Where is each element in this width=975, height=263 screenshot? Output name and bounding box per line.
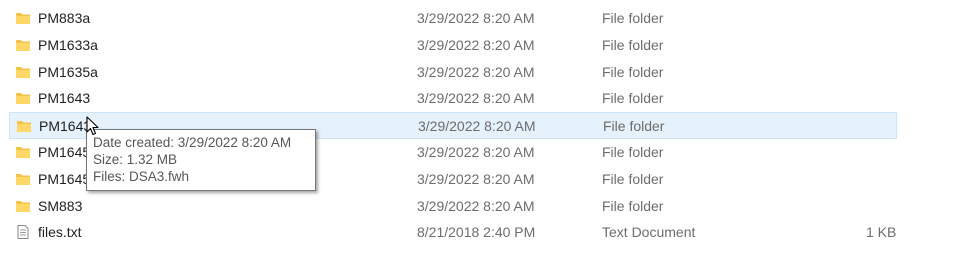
file-date-modified: 3/29/2022 8:20 AM [417, 36, 535, 53]
folder-icon [16, 13, 30, 24]
file-row[interactable]: PM1643 3/29/2022 8:20 AM File folder [0, 85, 975, 112]
file-name: PM1635a [38, 63, 98, 80]
file-type: File folder [602, 170, 664, 187]
file-type: File folder [602, 90, 664, 107]
file-row[interactable]: PM1635a 3/29/2022 8:20 AM File folder [0, 59, 975, 86]
folder-icon [16, 39, 30, 51]
folder-icon [16, 173, 30, 185]
file-row[interactable]: SM883 3/29/2022 8:20 AM File folder [0, 193, 975, 220]
file-date-modified: 3/29/2022 8:20 AM [417, 170, 535, 187]
file-date-modified: 3/29/2022 8:20 AM [417, 90, 535, 107]
tooltip-files: Files: DSA3.fwh [93, 169, 190, 184]
file-name: PM1643 [38, 90, 91, 107]
folder-icon [17, 121, 31, 133]
file-row[interactable]: PM883a 3/29/2022 8:20 AM File folder [0, 5, 975, 32]
file-row[interactable]: files.txt 8/21/2018 2:40 PM Text Documen… [0, 219, 975, 246]
tooltip-size: Size: 1.32 MB [93, 152, 178, 167]
file-date-modified: 8/21/2018 2:40 PM [417, 224, 536, 241]
file-date-modified: 3/29/2022 8:20 AM [417, 197, 535, 214]
mouse-pointer-icon [86, 116, 99, 136]
file-size: 1 KB [866, 224, 897, 241]
file-type: File folder [602, 10, 664, 26]
file-type: File folder [603, 118, 665, 135]
file-type: File folder [602, 36, 664, 53]
text-file-icon [17, 225, 29, 240]
file-row[interactable]: PM1633a 3/29/2022 8:20 AM File folder [0, 32, 975, 59]
file-date-modified: 3/29/2022 8:20 AM [417, 143, 535, 160]
file-date-modified: 3/29/2022 8:20 AM [417, 10, 535, 26]
file-type: File folder [602, 143, 664, 160]
file-date-modified: 3/29/2022 8:20 AM [418, 118, 536, 135]
file-type: File folder [602, 63, 664, 80]
folder-icon [16, 66, 30, 78]
file-name: PM1645 [38, 143, 91, 160]
info-tooltip: Date created: 3/29/2022 8:20 AM Size: 1.… [86, 129, 316, 191]
file-name: files.txt [38, 224, 82, 241]
folder-icon [16, 93, 30, 105]
file-type: Text Document [602, 224, 696, 241]
folder-icon [16, 146, 30, 158]
folder-icon [16, 200, 30, 212]
file-type: File folder [602, 197, 664, 214]
file-date-modified: 3/29/2022 8:20 AM [417, 63, 535, 80]
tooltip-date-created: Date created: 3/29/2022 8:20 AM [93, 135, 292, 150]
file-name: PM1645 [38, 170, 91, 187]
file-name: PM1633a [38, 36, 98, 53]
file-name: PM1643 [39, 118, 92, 135]
file-name: SM883 [38, 197, 83, 214]
file-name: PM883a [38, 10, 91, 26]
file-list: PM883a 3/29/2022 8:20 AM File folder PM1… [0, 5, 975, 246]
